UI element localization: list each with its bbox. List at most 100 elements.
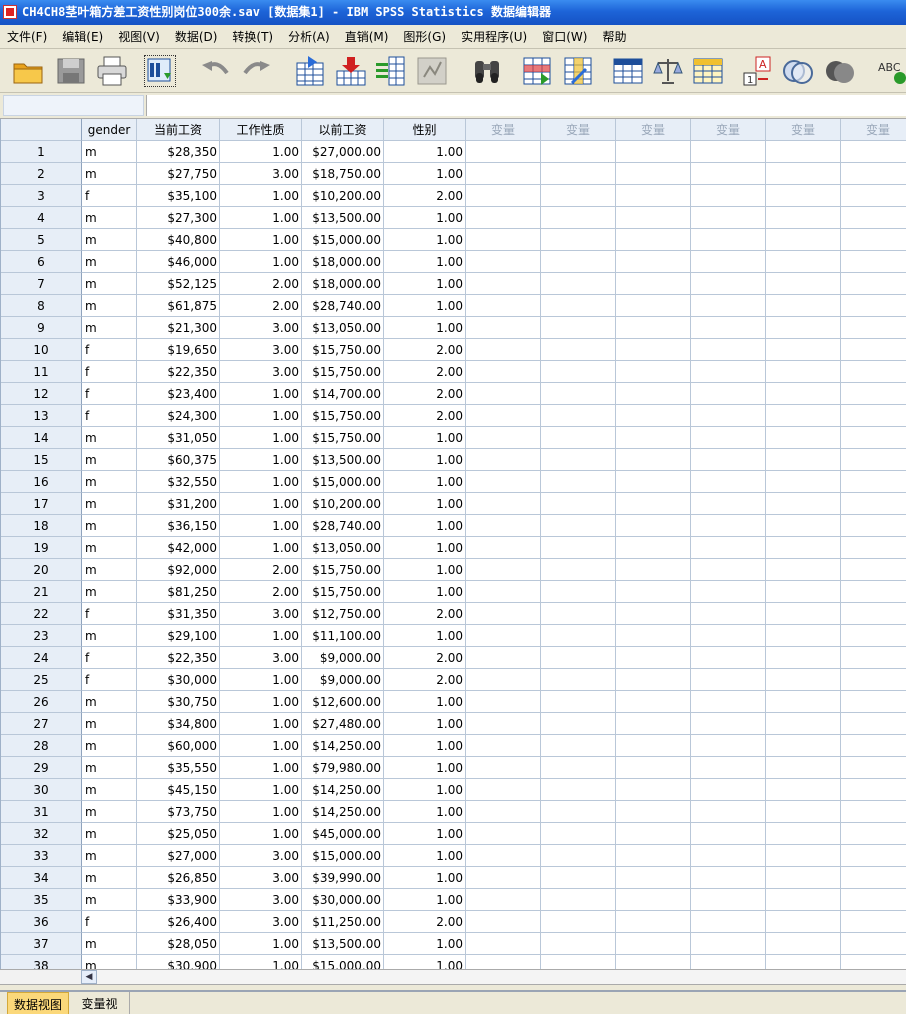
data-cell[interactable]: 1.00 [220,229,302,251]
cell-reference-field[interactable] [3,95,144,116]
row-number[interactable]: 15 [1,449,82,471]
empty-cell[interactable] [616,273,691,295]
data-cell[interactable]: $13,500.00 [302,207,384,229]
row-number[interactable]: 38 [1,955,82,969]
empty-cell[interactable] [466,361,541,383]
empty-cell[interactable] [691,889,766,911]
insert-cases-icon[interactable] [521,55,553,87]
data-cell[interactable]: 2.00 [384,361,466,383]
empty-cell[interactable] [466,889,541,911]
empty-cell[interactable] [466,823,541,845]
empty-cell[interactable] [841,339,906,361]
run-descriptives-icon[interactable] [416,55,448,87]
data-cell[interactable]: f [82,339,137,361]
empty-variable-header[interactable]: 变量 [766,119,841,141]
variable-header[interactable]: 工作性质 [220,119,302,141]
data-cell[interactable]: $15,750.00 [302,405,384,427]
empty-cell[interactable] [841,867,906,889]
empty-cell[interactable] [616,317,691,339]
empty-variable-header[interactable]: 变量 [466,119,541,141]
empty-cell[interactable] [466,427,541,449]
variable-header[interactable]: 性别 [384,119,466,141]
data-cell[interactable]: 1.00 [384,581,466,603]
empty-cell[interactable] [841,801,906,823]
data-cell[interactable]: m [82,427,137,449]
menu-item[interactable]: 直销(M) [338,25,397,49]
data-cell[interactable]: 1.00 [220,427,302,449]
empty-cell[interactable] [616,339,691,361]
empty-cell[interactable] [616,757,691,779]
empty-cell[interactable] [466,867,541,889]
empty-cell[interactable] [766,515,841,537]
empty-cell[interactable] [541,185,616,207]
empty-cell[interactable] [691,669,766,691]
data-cell[interactable]: $28,050 [137,933,220,955]
empty-cell[interactable] [766,735,841,757]
empty-cell[interactable] [691,471,766,493]
empty-cell[interactable] [466,625,541,647]
data-cell[interactable]: f [82,603,137,625]
empty-cell[interactable] [841,493,906,515]
data-cell[interactable]: $9,000.00 [302,647,384,669]
empty-cell[interactable] [541,207,616,229]
data-cell[interactable]: 1.00 [220,405,302,427]
row-number[interactable]: 2 [1,163,82,185]
empty-cell[interactable] [541,757,616,779]
data-cell[interactable]: $35,550 [137,757,220,779]
empty-cell[interactable] [616,889,691,911]
empty-variable-header[interactable]: 变量 [616,119,691,141]
empty-cell[interactable] [841,185,906,207]
data-cell[interactable]: $31,200 [137,493,220,515]
menu-item[interactable]: 文件(F) [0,25,55,49]
empty-cell[interactable] [541,493,616,515]
data-cell[interactable]: $15,750.00 [302,559,384,581]
empty-cell[interactable] [616,801,691,823]
empty-cell[interactable] [841,405,906,427]
empty-cell[interactable] [691,691,766,713]
data-cell[interactable]: f [82,185,137,207]
data-cell[interactable]: 3.00 [220,889,302,911]
row-number[interactable]: 17 [1,493,82,515]
data-cell[interactable]: $24,300 [137,405,220,427]
empty-cell[interactable] [541,427,616,449]
data-cell[interactable]: $18,000.00 [302,251,384,273]
empty-cell[interactable] [616,933,691,955]
empty-cell[interactable] [841,911,906,933]
data-cell[interactable]: m [82,317,137,339]
data-cell[interactable]: 1.00 [384,823,466,845]
empty-cell[interactable] [616,779,691,801]
empty-cell[interactable] [541,559,616,581]
data-cell[interactable]: 3.00 [220,647,302,669]
data-cell[interactable]: 1.00 [220,493,302,515]
data-cell[interactable]: $30,000 [137,669,220,691]
data-cell[interactable]: 3.00 [220,867,302,889]
empty-cell[interactable] [616,867,691,889]
empty-cell[interactable] [466,405,541,427]
data-cell[interactable]: $14,250.00 [302,779,384,801]
data-cell[interactable]: 1.00 [384,713,466,735]
empty-cell[interactable] [466,669,541,691]
empty-cell[interactable] [691,647,766,669]
empty-cell[interactable] [541,361,616,383]
select-cases-icon[interactable] [692,55,724,87]
data-cell[interactable]: 1.00 [220,669,302,691]
menu-item[interactable]: 图形(G) [396,25,454,49]
data-cell[interactable]: $23,400 [137,383,220,405]
empty-cell[interactable] [466,559,541,581]
empty-cell[interactable] [466,295,541,317]
data-cell[interactable]: $15,000.00 [302,955,384,969]
empty-cell[interactable] [766,537,841,559]
empty-cell[interactable] [541,933,616,955]
data-cell[interactable]: 1.00 [384,207,466,229]
data-cell[interactable]: 2.00 [384,647,466,669]
empty-cell[interactable] [466,229,541,251]
empty-cell[interactable] [616,559,691,581]
data-cell[interactable]: m [82,867,137,889]
data-cell[interactable]: $11,250.00 [302,911,384,933]
empty-cell[interactable] [541,273,616,295]
empty-cell[interactable] [766,779,841,801]
empty-cell[interactable] [541,625,616,647]
empty-cell[interactable] [691,559,766,581]
empty-cell[interactable] [691,537,766,559]
spss-app-icon[interactable] [3,5,17,19]
